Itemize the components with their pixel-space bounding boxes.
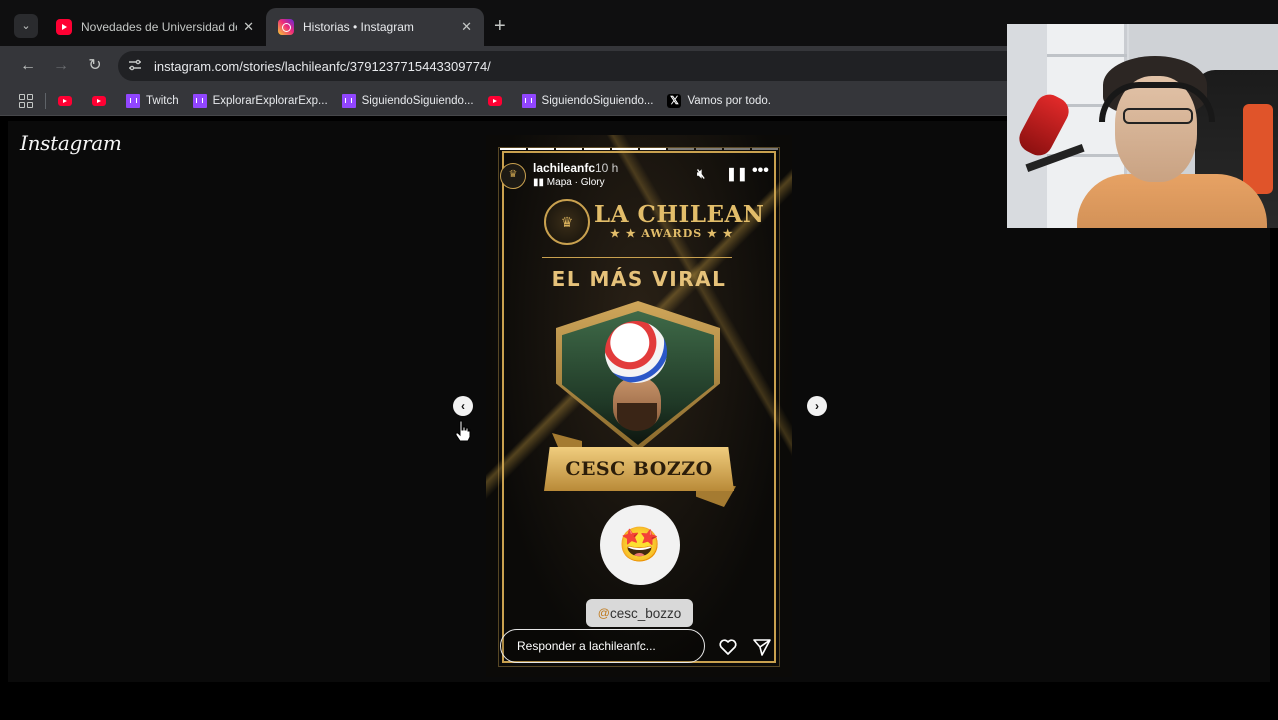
music-icon: ▮▮ [533, 177, 545, 188]
bookmark-youtube[interactable] [487, 95, 508, 106]
progress-segment [528, 148, 554, 150]
football-image [605, 321, 667, 383]
progress-segment [500, 148, 526, 150]
mention-username: cesc_bozzo [609, 605, 682, 621]
twitch-icon [126, 93, 140, 108]
emoji-reaction-sticker[interactable]: 🤩 [600, 505, 680, 585]
bookmark-twitch-following[interactable]: SiguiendoSiguiendo... [521, 93, 654, 108]
more-options-icon[interactable]: ••• [752, 162, 769, 180]
previous-story-button[interactable]: ‹ [453, 396, 473, 416]
new-tab-button[interactable]: + [494, 15, 506, 37]
close-icon[interactable]: ✕ [461, 19, 472, 35]
story-viewer[interactable]: ♛ lachileanfc 10 h ▮▮ Mapa · Glory 🔇︎ ❚❚… [486, 135, 792, 677]
progress-segment [724, 148, 750, 150]
star-struck-emoji: 🤩 [618, 526, 662, 564]
webcam-chair-accent [1243, 104, 1273, 194]
story-music[interactable]: ▮▮ Mapa · Glory [533, 177, 605, 188]
url-text: instagram.com/stories/lachileanfc/379123… [154, 58, 491, 74]
instagram-logo[interactable]: Instagram [20, 131, 122, 155]
brand-subtitle: ★ ★ AWARDS ★ ★ [610, 227, 734, 240]
webcam-person-body [1077, 174, 1267, 228]
headphones-icon [1099, 82, 1215, 122]
back-icon[interactable]: ← [16, 54, 40, 78]
address-bar[interactable]: instagram.com/stories/lachileanfc/379123… [118, 51, 1118, 81]
tab-search-button[interactable]: ⌄ [14, 14, 38, 38]
reload-icon[interactable]: ↻ [83, 54, 107, 78]
tab-title: Novedades de Universidad de C [81, 20, 238, 34]
send-icon[interactable] [752, 637, 772, 657]
divider [45, 92, 46, 109]
progress-segment [752, 148, 778, 150]
reply-placeholder: Responder a lachileanfc... [517, 639, 656, 653]
mention-sticker[interactable]: @ cesc_bozzo [586, 599, 693, 627]
pause-icon[interactable]: ❚❚ [726, 166, 748, 182]
player-beard [617, 403, 657, 431]
bookmark-label: SiguiendoSiguiendo... [541, 94, 654, 107]
bookmark-youtube[interactable] [58, 95, 78, 106]
youtube-icon [58, 95, 72, 106]
x-icon: 𝕏 [667, 93, 682, 108]
bookmark-twitch[interactable]: Twitch [126, 93, 179, 108]
progress-segment [640, 148, 666, 150]
story-username[interactable]: lachileanfc [533, 161, 595, 175]
youtube-icon [56, 19, 72, 35]
divider [542, 257, 732, 258]
progress-segment [696, 148, 722, 150]
bookmark-label: Vamos por todo. [687, 94, 771, 107]
progress-segment [584, 148, 610, 150]
twitch-icon [192, 93, 207, 108]
bookmark-label: SiguiendoSiguiendo... [361, 94, 474, 107]
muted-speaker-icon[interactable]: 🔇︎ [697, 166, 705, 182]
instagram-icon [278, 19, 294, 35]
player-name: CESC BOZZO [565, 458, 713, 480]
twitch-icon [341, 93, 356, 108]
webcam-overlay [1007, 24, 1278, 228]
avatar[interactable]: ♛ [500, 163, 526, 189]
tab-youtube[interactable]: Novedades de Universidad de C ✕ [44, 8, 266, 46]
heart-icon[interactable] [718, 637, 738, 657]
progress-segment [668, 148, 694, 150]
story-progress-bar [500, 148, 778, 150]
bookmark-youtube[interactable] [92, 95, 112, 106]
tab-title: Historias • Instagram [303, 20, 414, 34]
story-time: 10 h [595, 161, 619, 175]
bookmark-label: Twitch [146, 94, 179, 107]
hand-cursor-icon [455, 420, 471, 442]
close-icon[interactable]: ✕ [243, 19, 254, 35]
bookmark-twitch-explore[interactable]: ExplorarExplorarExp... [192, 93, 328, 108]
site-settings-icon[interactable] [128, 58, 144, 74]
twitch-icon [521, 93, 536, 108]
youtube-icon [487, 95, 502, 106]
bookmark-label: ExplorarExplorarExp... [212, 94, 328, 107]
apps-icon[interactable] [19, 93, 33, 108]
music-label: Mapa · Glory [546, 177, 605, 188]
reply-input[interactable]: Responder a lachileanfc... [500, 629, 705, 663]
bookmark-x[interactable]: 𝕏 Vamos por todo. [667, 93, 771, 108]
bookmark-twitch-following[interactable]: SiguiendoSiguiendo... [341, 93, 474, 108]
next-story-button[interactable]: › [807, 396, 827, 416]
award-category: EL MÁS VIRAL [551, 267, 727, 291]
brand-crest-icon: ♛ [544, 199, 590, 245]
name-banner: CESC BOZZO [544, 447, 734, 491]
progress-segment [556, 148, 582, 150]
forward-icon[interactable]: → [49, 54, 73, 78]
progress-segment [612, 148, 638, 150]
mention-at-sign: @ [597, 606, 610, 620]
youtube-icon [92, 95, 106, 106]
brand-title: LA CHILEAN [594, 201, 765, 228]
tab-instagram[interactable]: Historias • Instagram ✕ [266, 8, 484, 46]
